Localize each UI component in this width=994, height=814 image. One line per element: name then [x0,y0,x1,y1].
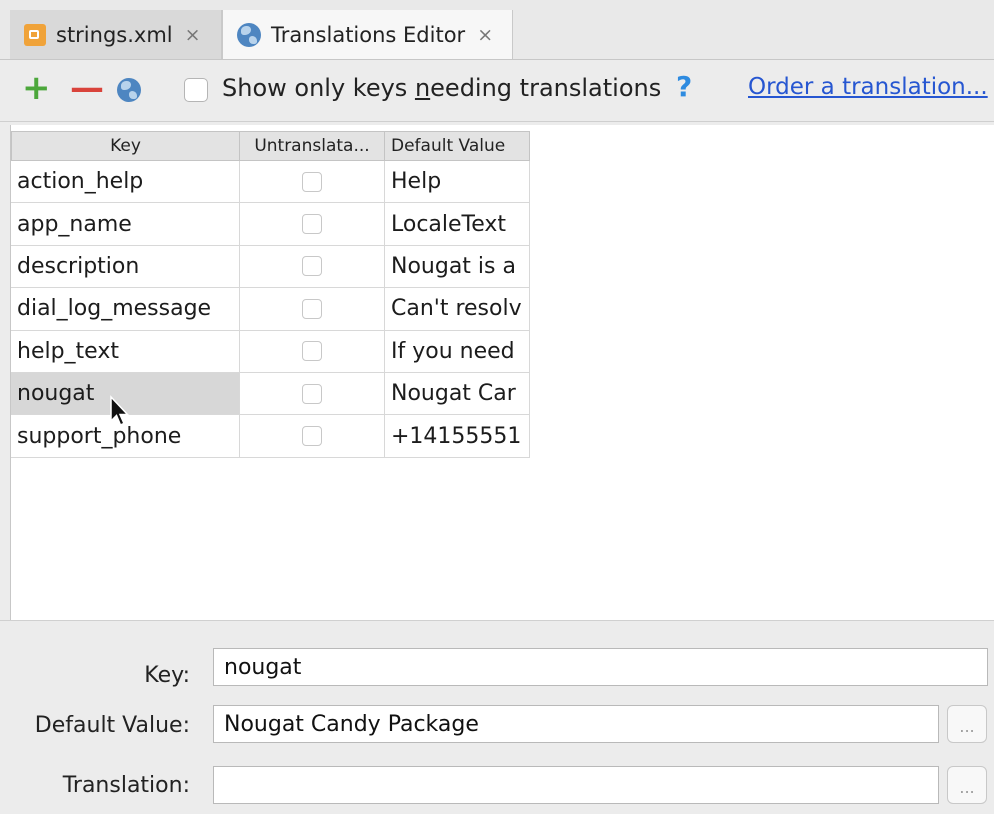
key-detail-panel: Key: nougat Default Value: Nougat Candy … [0,620,994,814]
untranslatable-cell [240,415,385,458]
order-translation-link[interactable]: Order a translation... [748,74,988,100]
untranslatable-checkbox[interactable] [302,298,322,319]
mouse-cursor-icon [110,395,130,426]
untranslatable-cell [240,245,385,289]
table-row[interactable]: app_name LocaleText [11,203,530,246]
untranslatable-checkbox[interactable] [302,426,322,447]
show-only-untranslated-checkbox[interactable] [184,78,208,102]
tab-label: Translations Editor [271,22,466,47]
column-header-key[interactable]: Key [11,131,240,161]
translation-label: Translation: [62,773,190,798]
translation-field[interactable] [213,766,939,804]
table-row[interactable]: action_help Help [11,161,530,204]
close-icon[interactable]: × [477,24,493,46]
default-value-cell[interactable]: +14155551 [385,415,530,458]
add-locale-globe-icon[interactable] [117,78,141,102]
key-cell[interactable]: description [11,245,240,289]
untranslatable-cell [240,161,385,204]
default-value-cell[interactable]: LocaleText [385,203,530,246]
untranslatable-checkbox[interactable] [302,171,322,192]
default-value-cell[interactable]: Help [385,161,530,204]
untranslatable-checkbox[interactable] [302,256,322,277]
key-cell[interactable]: action_help [11,161,240,204]
column-header-default-value[interactable]: Default Value [385,131,530,161]
editor-tab-bar: strings.xml × Translations Editor × [0,0,994,60]
table-body: action_help Help app_name LocaleText des… [11,161,530,458]
default-value-expand-button[interactable]: ... [947,705,987,743]
translations-toolbar: + — Show only keys needing translations … [0,60,994,122]
help-icon[interactable]: ? [676,70,692,103]
add-key-button[interactable]: + [22,70,51,106]
tab-label: strings.xml [56,22,173,47]
show-only-untranslated-label[interactable]: Show only keys needing translations [222,74,661,102]
xml-file-icon [24,23,46,46]
translation-expand-button[interactable]: ... [947,766,987,804]
untranslatable-checkbox[interactable] [302,214,322,235]
untranslatable-cell [240,203,385,246]
default-value-label: Default Value: [34,713,190,738]
tab-translations-editor[interactable]: Translations Editor × [222,10,513,59]
untranslatable-checkbox[interactable] [302,383,322,404]
table-header: Key Untranslata... Default Value [11,131,530,161]
table-row[interactable]: help_text If you need [11,330,530,373]
key-field[interactable]: nougat [213,648,988,686]
table-row[interactable]: description Nougat is a [11,245,530,289]
tab-strings-xml[interactable]: strings.xml × [10,10,222,59]
table-row[interactable]: dial_log_message Can't resolv [11,288,530,331]
default-value-cell[interactable]: Nougat Car [385,372,530,416]
key-cell[interactable]: help_text [11,330,240,373]
default-value-cell[interactable]: Can't resolv [385,288,530,331]
globe-icon [237,22,261,47]
untranslatable-checkbox[interactable] [302,341,322,362]
untranslatable-cell [240,372,385,416]
key-cell[interactable]: app_name [11,203,240,246]
remove-key-button[interactable]: — [70,70,104,106]
default-value-field[interactable]: Nougat Candy Package [213,705,939,743]
table-row-selected[interactable]: nougat Nougat Car [11,372,530,416]
untranslatable-cell [240,330,385,373]
key-cell[interactable]: dial_log_message [11,288,240,331]
key-label: Key: [144,663,190,688]
untranslatable-cell [240,288,385,331]
default-value-cell[interactable]: Nougat is a [385,245,530,289]
default-value-cell[interactable]: If you need [385,330,530,373]
translations-table: Key Untranslata... Default Value action_… [10,125,994,620]
table-row[interactable]: support_phone +14155551 [11,415,530,458]
close-icon[interactable]: × [185,24,201,46]
column-header-untranslatable[interactable]: Untranslata... [240,131,385,161]
